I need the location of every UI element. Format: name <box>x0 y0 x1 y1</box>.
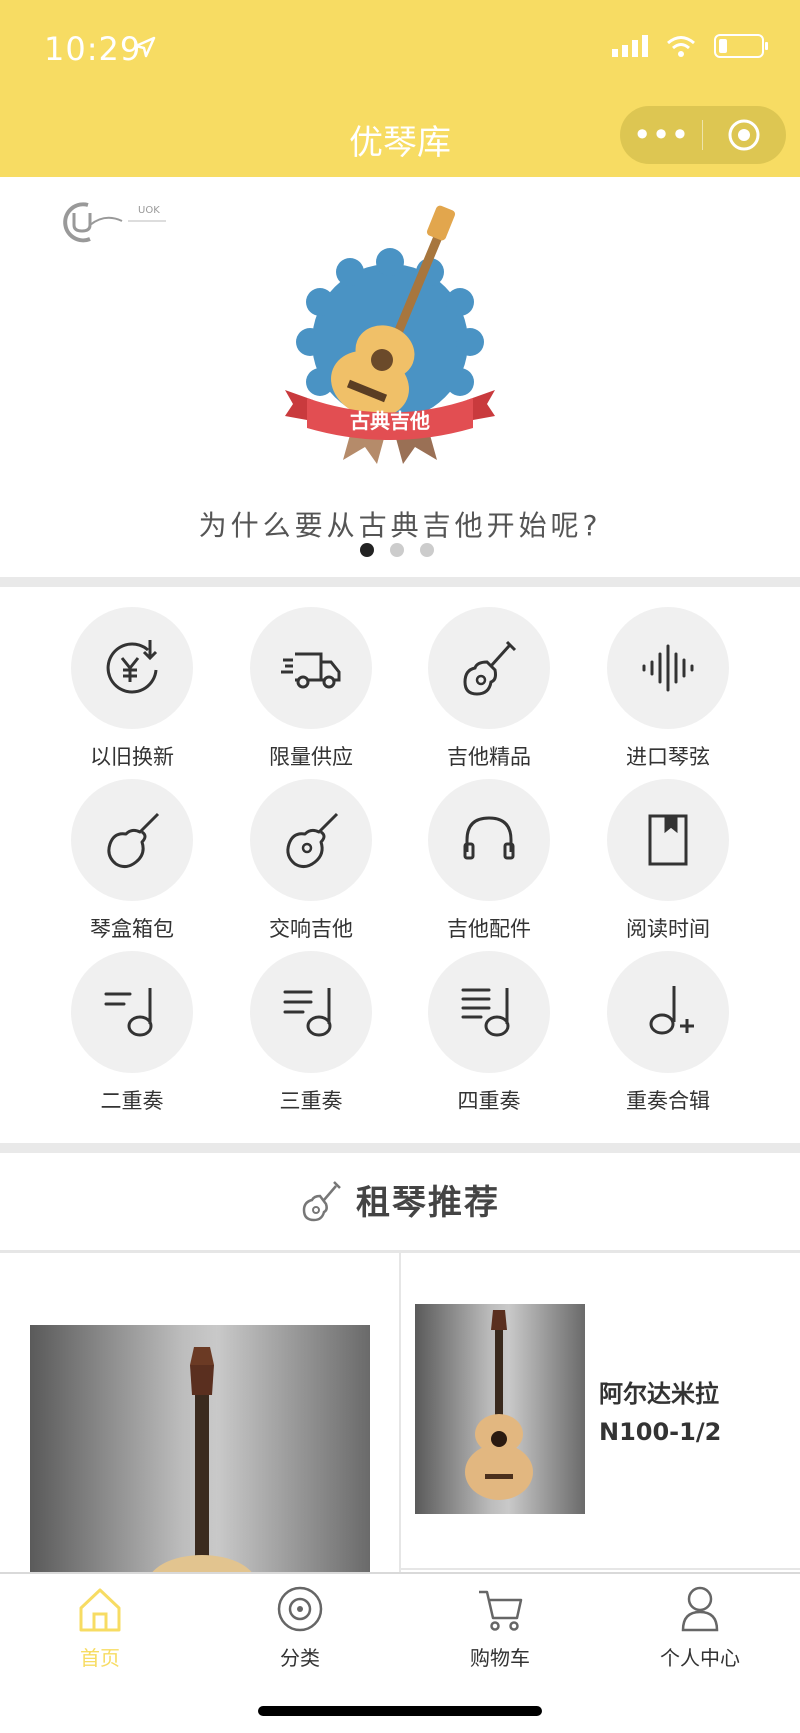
product-name-line2: N100-1/2 <box>599 1418 722 1446</box>
delivery-truck-icon <box>281 652 341 689</box>
category-item-trio[interactable]: 三重奏 <box>221 951 401 1115</box>
category-item-ensemble-collection[interactable]: 重奏合辑 <box>578 951 758 1115</box>
category-label: 四重奏 <box>457 1089 521 1113</box>
category-label: 阅读时间 <box>626 917 710 941</box>
yen-recycle-icon <box>106 640 158 694</box>
guitar-small-icon <box>302 1180 341 1221</box>
classical-guitar-badge-illustration: 古典吉他 <box>285 205 495 464</box>
carousel-indicators <box>360 543 434 557</box>
recommend-title-text: 租琴推荐 <box>356 1183 500 1223</box>
category-label: 以旧换新 <box>90 745 174 769</box>
category-item-reading-time[interactable]: 阅读时间 <box>578 779 758 943</box>
category-label: 交响吉他 <box>269 917 353 941</box>
category-label: 吉他精品 <box>447 745 531 769</box>
svg-text:UOK: UOK <box>138 205 160 216</box>
category-label: 进口琴弦 <box>626 745 710 769</box>
mini-program-capsule: ••• <box>620 106 786 164</box>
product-image <box>415 1304 585 1514</box>
category-item-cases-bags[interactable]: 琴盒箱包 <box>42 779 222 943</box>
product-image <box>30 1325 370 1573</box>
music-note-trio-icon <box>283 988 332 1037</box>
home-indicator[interactable] <box>258 1706 542 1716</box>
header-bar: 10:29 优琴库 ••• <box>0 0 800 177</box>
category-item-accessories[interactable]: 吉他配件 <box>399 779 579 943</box>
book-icon <box>648 814 688 866</box>
wifi-icon <box>667 36 695 57</box>
tab-label: 购物车 <box>470 1646 530 1670</box>
category-label: 三重奏 <box>279 1089 343 1113</box>
guitar-icon <box>463 640 517 696</box>
status-icons <box>612 34 768 58</box>
tab-category[interactable]: 分类 <box>200 1584 400 1671</box>
category-item-quartet[interactable]: 四重奏 <box>399 951 579 1115</box>
tab-label: 个人中心 <box>660 1646 740 1670</box>
banner-caption: 为什么要从古典吉他开始呢? <box>198 509 602 542</box>
home-icon <box>79 1588 121 1632</box>
banner-carousel[interactable]: UOK 古典吉他 为什么要从古典吉他开始呢? <box>0 177 800 577</box>
battery-icon <box>714 34 768 58</box>
target-circle-icon[interactable] <box>703 118 785 152</box>
category-disc-icon <box>277 1586 323 1632</box>
location-arrow-icon <box>134 36 156 58</box>
tab-home[interactable]: 首页 <box>0 1584 200 1671</box>
guitar-outline-icon <box>286 812 339 869</box>
category-item-premium-guitar[interactable]: 吉他精品 <box>399 607 579 771</box>
section-divider <box>0 577 800 587</box>
product-card[interactable]: 阿尔达米拉 N100-1/2 <box>401 1253 800 1570</box>
category-item-duet[interactable]: 二重奏 <box>42 951 222 1115</box>
product-card-large[interactable] <box>0 1253 401 1573</box>
brand-logo: UOK <box>60 199 170 249</box>
sound-wave-icon <box>642 644 694 692</box>
category-label: 重奏合辑 <box>626 1089 710 1113</box>
carousel-dot-active[interactable] <box>360 543 374 557</box>
category-item-limited[interactable]: 限量供应 <box>221 607 401 771</box>
category-label: 吉他配件 <box>447 917 531 941</box>
banner-badge-text: 古典吉他 <box>350 409 430 433</box>
more-dots-icon[interactable]: ••• <box>620 106 702 164</box>
category-item-symphonic-guitar[interactable]: 交响吉他 <box>221 779 401 943</box>
music-note-duet-icon <box>104 988 153 1037</box>
category-label: 琴盒箱包 <box>90 917 174 941</box>
guitar-case-icon <box>107 812 160 869</box>
section-divider <box>0 1143 800 1153</box>
user-icon <box>681 1586 719 1632</box>
music-note-plus-icon <box>649 986 694 1035</box>
signal-icon <box>612 35 648 57</box>
category-label: 限量供应 <box>269 745 353 769</box>
category-item-trade-in[interactable]: 以旧换新 <box>42 607 222 771</box>
tab-cart[interactable]: 购物车 <box>400 1584 600 1671</box>
product-name-line1: 阿尔达米拉 <box>599 1380 719 1408</box>
tab-label: 首页 <box>80 1646 120 1670</box>
cart-icon <box>479 1590 523 1631</box>
carousel-dot[interactable] <box>420 543 434 557</box>
headphones-icon <box>463 816 515 860</box>
recommend-section-title: 租琴推荐 <box>0 1175 800 1224</box>
status-time: 10:29 <box>44 30 142 68</box>
music-note-quartet-icon <box>461 988 510 1037</box>
category-item-imported-strings[interactable]: 进口琴弦 <box>578 607 758 771</box>
tab-label: 分类 <box>280 1646 320 1670</box>
product-name[interactable]: 阿尔达米拉 N100-1/2 <box>599 1375 721 1451</box>
tab-profile[interactable]: 个人中心 <box>600 1584 800 1671</box>
category-label: 二重奏 <box>100 1089 164 1113</box>
carousel-dot[interactable] <box>390 543 404 557</box>
